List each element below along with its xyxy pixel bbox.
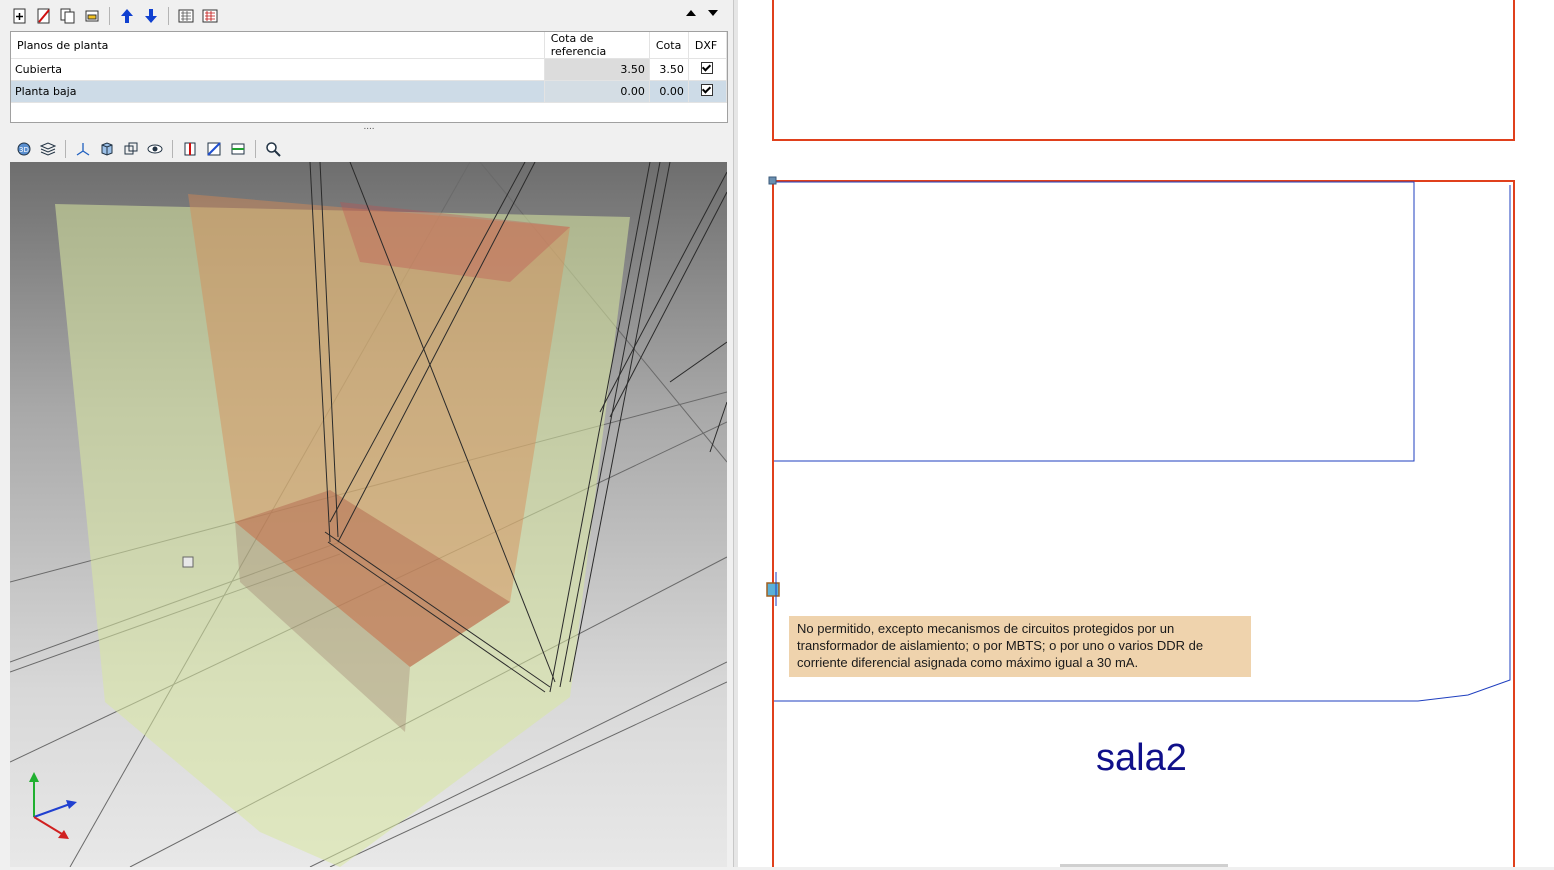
new-level-button[interactable] xyxy=(10,6,30,26)
3d-viewport[interactable] xyxy=(10,162,727,867)
table-row[interactable]: Cubierta 3.50 3.50 xyxy=(11,58,728,81)
wall-outline-top xyxy=(772,0,1515,141)
dxf-cell xyxy=(688,58,728,81)
section-green-button[interactable] xyxy=(228,139,248,159)
toolbar-separator xyxy=(109,7,110,25)
column-header-reference[interactable]: Cota de referencia xyxy=(544,32,650,59)
3d-view-icon: 3D xyxy=(17,142,31,156)
import-dxf-icon xyxy=(178,9,194,23)
level-name[interactable]: Cubierta xyxy=(11,58,545,81)
3d-view-button[interactable]: 3D xyxy=(14,139,34,159)
toolbar-separator xyxy=(168,7,169,25)
3d-model-view xyxy=(10,162,727,867)
svg-text:3D: 3D xyxy=(19,146,29,154)
layers-icon xyxy=(40,142,56,156)
toolbar-separator xyxy=(172,140,173,158)
move-up-icon xyxy=(121,9,133,23)
room-label[interactable]: sala2 xyxy=(1096,737,1187,780)
copy-level-button[interactable] xyxy=(58,6,78,26)
axes-button[interactable] xyxy=(73,139,93,159)
section-green-icon xyxy=(231,143,245,155)
level-name[interactable]: Planta baja xyxy=(11,80,545,103)
table-row[interactable]: Planta baja 0.00 0.00 xyxy=(11,80,728,103)
scroll-down-icon[interactable] xyxy=(706,6,720,20)
left-panel: Planos de planta Cota de referencia Cota… xyxy=(0,0,733,867)
object-marker-icon[interactable] xyxy=(182,556,194,568)
grid-header: Planos de planta Cota de referencia Cota… xyxy=(11,32,728,59)
move-up-button[interactable] xyxy=(117,6,137,26)
axes-gizmo xyxy=(29,772,77,839)
delete-level-button[interactable] xyxy=(34,6,54,26)
copy-level-icon xyxy=(60,8,75,24)
export-dxf-icon xyxy=(202,9,218,23)
section-blue-icon xyxy=(207,142,221,156)
level-cota[interactable]: 0.00 xyxy=(649,80,689,103)
levels-grid: Planos de planta Cota de referencia Cota… xyxy=(10,31,728,123)
zoom-button[interactable] xyxy=(263,139,283,159)
edit-level-button[interactable] xyxy=(82,6,102,26)
section-blue-button[interactable] xyxy=(204,139,224,159)
solid-view-button[interactable] xyxy=(97,139,117,159)
zoom-icon xyxy=(266,142,281,157)
layers-button[interactable] xyxy=(38,139,58,159)
levels-toolbar xyxy=(8,3,730,29)
validation-tooltip: No permitido, excepto mecanismos de circ… xyxy=(789,616,1251,677)
dxf-cell xyxy=(688,80,728,103)
device-marker-icon[interactable] xyxy=(766,582,780,597)
section-red-button[interactable] xyxy=(180,139,200,159)
new-level-icon xyxy=(13,8,26,24)
level-reference[interactable]: 3.50 xyxy=(544,58,650,81)
horizontal-splitter[interactable]: .... xyxy=(8,121,730,132)
dxf-checkbox[interactable] xyxy=(701,62,714,74)
splitter-grip: .... xyxy=(363,121,375,132)
export-dxf-button[interactable] xyxy=(200,6,220,26)
section-red-icon xyxy=(184,142,196,156)
delete-level-icon xyxy=(37,8,50,24)
toolbar-separator xyxy=(65,140,66,158)
scroll-up-icon[interactable] xyxy=(684,6,698,20)
dxf-checkbox[interactable] xyxy=(701,84,714,96)
visibility-button[interactable] xyxy=(145,139,165,159)
import-dxf-button[interactable] xyxy=(176,6,196,26)
zone-outline-upper xyxy=(774,181,1415,462)
move-down-icon xyxy=(145,9,157,23)
wireframe-view-icon xyxy=(124,142,138,155)
axes-icon xyxy=(76,143,90,156)
move-down-button[interactable] xyxy=(141,6,161,26)
column-header-cota[interactable]: Cota xyxy=(649,32,689,59)
scroll-controls xyxy=(684,6,720,20)
edit-level-icon xyxy=(85,10,99,22)
view-toolbar: 3D xyxy=(12,138,285,160)
vertex-grip-handle[interactable] xyxy=(768,176,777,185)
visibility-icon xyxy=(147,144,163,154)
wireframe-view-button[interactable] xyxy=(121,139,141,159)
level-cota[interactable]: 3.50 xyxy=(649,58,689,81)
column-header-name[interactable]: Planos de planta xyxy=(11,32,545,59)
solid-view-icon xyxy=(101,142,113,156)
column-header-dxf[interactable]: DXF xyxy=(688,32,728,59)
toolbar-separator xyxy=(255,140,256,158)
level-reference[interactable]: 0.00 xyxy=(544,80,650,103)
